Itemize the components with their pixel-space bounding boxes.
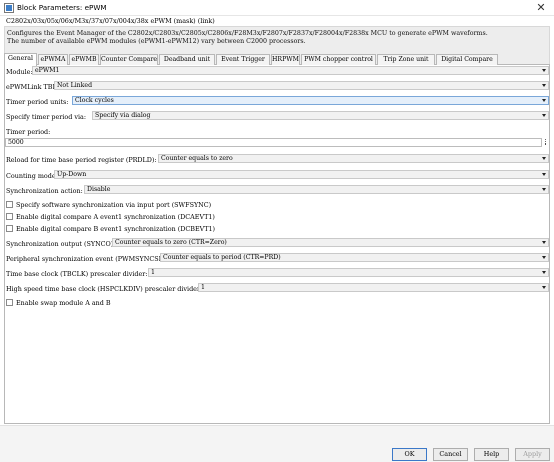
sync-action-select[interactable]: Disable xyxy=(84,185,549,194)
tbclk-divider-label: Time base clock (TBCLK) prescaler divide… xyxy=(6,270,148,278)
description-line: The number of available ePWM modules (eP… xyxy=(7,38,306,45)
tab-general[interactable]: General xyxy=(4,53,37,66)
link-tbprd-select[interactable]: Not Linked xyxy=(54,81,549,90)
pwmsyncsel-label: Peripheral synchronization event (PWMSYN… xyxy=(6,255,173,263)
dcbevt1-label: Enable digital compare B event1 synchron… xyxy=(16,225,216,233)
timer-period-via-select[interactable]: Specify via dialog xyxy=(92,111,549,120)
timer-period-via-value: Specify via dialog xyxy=(95,112,151,119)
tab-digital-compare[interactable]: Digital Compare xyxy=(436,54,498,65)
timer-period-units-select[interactable]: Clock cycles xyxy=(72,96,549,105)
link-tbprd-value: Not Linked xyxy=(57,82,93,89)
chevron-down-icon xyxy=(542,157,546,160)
tab-epwma[interactable]: ePWMA xyxy=(38,54,68,65)
timer-period-label: Timer period: xyxy=(6,128,51,136)
cancel-button[interactable]: Cancel xyxy=(433,448,468,461)
sync-action-value: Disable xyxy=(87,186,111,193)
block-name: C2802x/03x/05x/06x/M3x/37x/07x/004x/38x … xyxy=(6,17,215,25)
hspclkdiv-value: 1 xyxy=(201,284,205,291)
reload-prdld-select[interactable]: Counter equals to zero xyxy=(158,154,549,163)
chevron-down-icon xyxy=(542,241,546,244)
counting-mode-value: Up-Down xyxy=(57,171,87,178)
more-options-icon[interactable] xyxy=(544,138,547,147)
dcaevt1-label: Enable digital compare A event1 synchron… xyxy=(16,213,215,221)
pwmsyncsel-value: Counter equals to period (CTR=PRD) xyxy=(163,254,281,261)
button-bar: OK Cancel Help Apply xyxy=(0,425,554,462)
tab-deadband-unit[interactable]: Deadband unit xyxy=(159,54,215,65)
dcbevt1-checkbox[interactable] xyxy=(6,225,13,232)
reload-prdld-value: Counter equals to zero xyxy=(161,155,233,162)
chevron-down-icon xyxy=(542,173,546,176)
timer-period-input[interactable]: 5000 xyxy=(5,138,542,147)
chevron-down-icon xyxy=(542,271,546,274)
sync-output-value: Counter equals to zero (CTR=Zero) xyxy=(115,239,227,246)
dcaevt1-checkbox[interactable] xyxy=(6,213,13,220)
help-button[interactable]: Help xyxy=(474,448,509,461)
title-bar: Block Parameters: ePWM ✕ xyxy=(0,0,554,16)
timer-period-via-label: Specify timer period via: xyxy=(6,113,86,121)
chevron-down-icon xyxy=(542,99,546,102)
tab-epwmb[interactable]: ePWMB xyxy=(69,54,99,65)
tab-bar: General ePWMA ePWMB Counter Compare Dead… xyxy=(4,53,550,66)
swap-ab-checkbox[interactable] xyxy=(6,299,13,306)
general-panel: Module: ePWM1 ePWMLink TBPRD Not Linked … xyxy=(4,65,550,424)
module-select[interactable]: ePWM1 xyxy=(32,66,549,75)
tbclk-divider-value: 1 xyxy=(151,269,155,276)
tab-pwm-chopper-control[interactable]: PWM chopper control xyxy=(301,54,376,65)
swfsync-checkbox[interactable] xyxy=(6,201,13,208)
sync-action-label: Synchronization action: xyxy=(6,187,83,195)
tab-event-trigger[interactable]: Event Trigger xyxy=(216,54,270,65)
hspclkdiv-label: High speed time base clock (HSPCLKDIV) p… xyxy=(6,285,203,293)
swap-ab-label: Enable swap module A and B xyxy=(16,299,111,307)
window-title: Block Parameters: ePWM xyxy=(17,3,107,12)
chevron-down-icon xyxy=(542,69,546,72)
chevron-down-icon xyxy=(542,84,546,87)
close-icon[interactable]: ✕ xyxy=(534,1,548,14)
chevron-down-icon xyxy=(542,114,546,117)
counting-mode-label: Counting mode: xyxy=(6,172,58,180)
tbclk-divider-select[interactable]: 1 xyxy=(148,268,549,277)
reload-prdld-label: Reload for time base period register (PR… xyxy=(6,156,157,164)
apply-button[interactable]: Apply xyxy=(515,448,550,461)
tab-counter-compare[interactable]: Counter Compare xyxy=(100,54,158,65)
chevron-down-icon xyxy=(542,188,546,191)
simulink-block-icon xyxy=(4,3,14,13)
ok-button[interactable]: OK xyxy=(392,448,427,461)
hspclkdiv-select[interactable]: 1 xyxy=(198,283,549,292)
description-line: Configures the Event Manager of the C280… xyxy=(7,30,488,37)
swfsync-label: Specify software synchronization via inp… xyxy=(16,201,212,209)
pwmsyncsel-select[interactable]: Counter equals to period (CTR=PRD) xyxy=(160,253,549,262)
tab-hrpwm[interactable]: HRPWM xyxy=(271,54,300,65)
tab-trip-zone-unit[interactable]: Trip Zone unit xyxy=(377,54,435,65)
counting-mode-select[interactable]: Up-Down xyxy=(54,170,549,179)
sync-output-label: Synchronization output (SYNCO): xyxy=(6,240,116,248)
module-value: ePWM1 xyxy=(35,67,60,74)
timer-period-units-value: Clock cycles xyxy=(75,97,114,104)
timer-period-units-label: Timer period units: xyxy=(6,98,69,106)
sync-output-select[interactable]: Counter equals to zero (CTR=Zero) xyxy=(112,238,549,247)
chevron-down-icon xyxy=(542,256,546,259)
module-label: Module: xyxy=(6,68,33,76)
chevron-down-icon xyxy=(542,286,546,289)
